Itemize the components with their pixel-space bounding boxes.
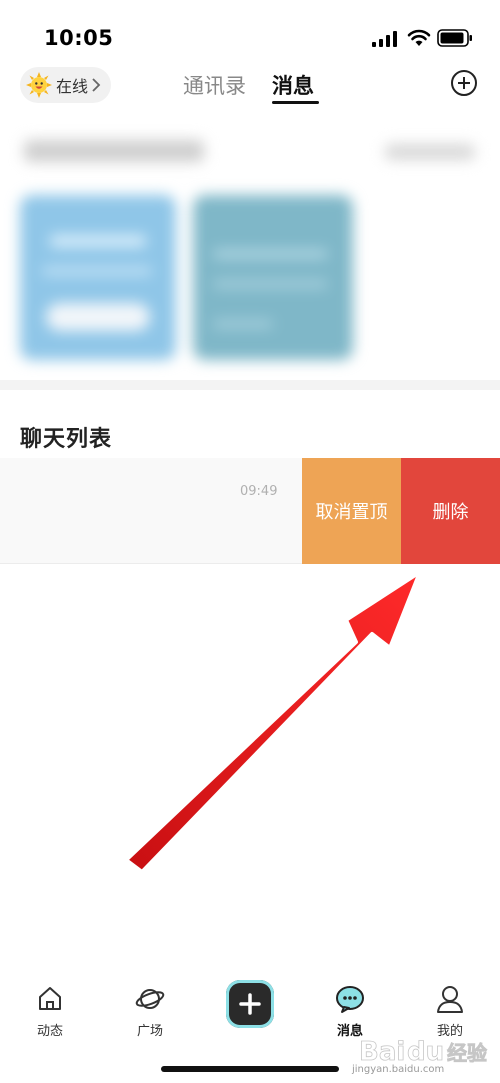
nav-item-dynamic[interactable]: 动态 bbox=[0, 976, 100, 1046]
watermark-url: jingyan.baidu.com bbox=[352, 1064, 445, 1075]
person-icon bbox=[437, 986, 463, 1013]
planet-icon bbox=[135, 989, 165, 1009]
plus-icon bbox=[239, 993, 261, 1015]
battery-icon bbox=[437, 29, 472, 47]
sun-emoji-icon bbox=[26, 72, 52, 98]
annotation-arrow bbox=[124, 570, 422, 874]
svg-text:du: du bbox=[407, 1037, 444, 1067]
blurred-more-link bbox=[385, 144, 475, 160]
add-circle-icon[interactable] bbox=[450, 69, 478, 97]
blurred-card bbox=[20, 195, 176, 360]
nav-label: 广场 bbox=[136, 1024, 163, 1039]
home-indicator bbox=[161, 1066, 339, 1072]
home-icon bbox=[39, 987, 61, 1010]
blurred-banner-section bbox=[0, 130, 500, 380]
tab-contacts[interactable]: 通讯录 bbox=[183, 70, 246, 100]
blurred-card bbox=[193, 195, 353, 360]
signal-icon bbox=[372, 31, 397, 47]
chevron-right-icon bbox=[92, 78, 101, 92]
chat-time: 09:49 bbox=[240, 484, 278, 499]
chat-list-title: 聊天列表 bbox=[20, 427, 113, 452]
svg-text:Bai: Bai bbox=[359, 1037, 405, 1067]
status-bar: 10:05 bbox=[0, 0, 500, 64]
chat-bubble-icon bbox=[336, 986, 364, 1013]
tab-messages[interactable]: 消息 bbox=[272, 70, 314, 100]
online-status-button[interactable]: 在线 bbox=[20, 67, 111, 103]
center-add-button[interactable] bbox=[226, 980, 274, 1028]
nav-label: 动态 bbox=[36, 1024, 63, 1039]
wifi-icon bbox=[407, 29, 431, 46]
blurred-title bbox=[24, 140, 204, 162]
section-divider bbox=[0, 380, 500, 390]
nav-item-square[interactable]: 广场 bbox=[100, 976, 200, 1046]
svg-text:经验: 经验 bbox=[447, 1041, 487, 1065]
online-status-label: 在线 bbox=[56, 77, 89, 96]
active-tab-indicator bbox=[272, 101, 319, 104]
status-time: 10:05 bbox=[44, 26, 114, 50]
